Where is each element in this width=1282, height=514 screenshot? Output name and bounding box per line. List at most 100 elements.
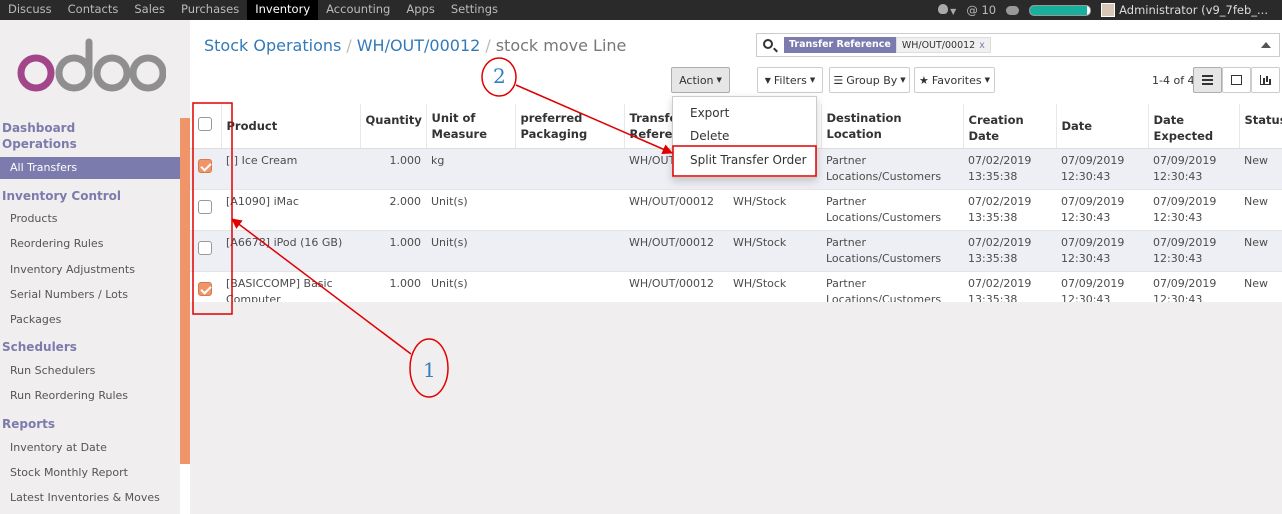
select-all-checkbox[interactable] [198, 116, 212, 131]
table-row[interactable]: [A6678] iPod (16 GB) 1.000 Unit(s) WH/OU… [190, 230, 1282, 272]
menu-sales[interactable]: Sales [126, 0, 173, 20]
action-button-label: Action [679, 73, 714, 87]
action-button[interactable]: Action ▼ [671, 67, 730, 93]
cell-date: 07/09/2019 12:30:43 [1056, 189, 1148, 231]
cell-line: 07/02/2019 [968, 153, 1032, 167]
sidebar-item-packages[interactable]: Packages [10, 313, 61, 326]
menu-purchases[interactable]: Purchases [173, 0, 247, 20]
column-packaging[interactable]: preferred Packaging [515, 104, 625, 149]
menu-discuss[interactable]: Discuss [0, 0, 60, 20]
column-product[interactable]: Product [221, 104, 361, 149]
cell-quantity: 1.000 [360, 230, 426, 272]
avatar[interactable] [1101, 3, 1116, 17]
favorites-button[interactable]: ★ Favorites ▼ [914, 67, 995, 93]
cell-transfer-reference: WH/OUT/00012 [624, 230, 728, 272]
row-select-cell [190, 148, 221, 190]
cell-date: 07/09/2019 12:30:43 [1056, 230, 1148, 272]
sidebar-section-inventory-control[interactable]: Inventory Control [2, 188, 121, 204]
debug-menu[interactable]: ▼ [938, 3, 956, 17]
column-date-expected[interactable]: Date Expected [1148, 104, 1240, 149]
sidebar-item-inventory-at-date[interactable]: Inventory at Date [10, 441, 107, 454]
cell-source: WH/Stock [728, 189, 821, 231]
menu-item-export[interactable]: Export [690, 106, 729, 120]
cell-date-expected: 07/09/2019 12:30:43 [1148, 148, 1239, 190]
column-label: Unit of [431, 110, 476, 125]
filters-button[interactable]: ▼ Filters ▼ [757, 67, 823, 93]
annotation-number-2: 2 [493, 64, 506, 88]
menu-item-delete[interactable]: Delete [690, 129, 729, 143]
cell-line: 07/09/2019 [1061, 194, 1125, 208]
cell-quantity: 1.000 [360, 148, 426, 190]
odoo-logo[interactable] [16, 36, 166, 96]
pager-value[interactable]: 1-4 of 4 [1152, 74, 1195, 87]
bug-icon [938, 4, 949, 14]
sidebar-item-all-transfers[interactable]: All Transfers [0, 157, 180, 179]
row-checkbox[interactable] [198, 240, 212, 255]
sidebar-accent-bar [180, 118, 190, 464]
caret-down-icon: ▼ [809, 76, 816, 84]
caret-down-icon: ▼ [984, 76, 990, 84]
search-icon[interactable] [763, 39, 773, 49]
cell-creation-date: 07/02/2019 13:35:38 [963, 189, 1056, 231]
search-input[interactable]: Transfer Reference WH/OUT/00012 x [756, 33, 1280, 57]
sidebar-item-latest-inventories[interactable]: Latest Inventories & Moves [10, 491, 160, 504]
cell-status: New [1239, 230, 1282, 272]
form-view-button[interactable] [1222, 67, 1251, 93]
sidebar-section-reports[interactable]: Reports [2, 416, 55, 432]
cell-product: [A1090] iMac [221, 189, 360, 231]
breadcrumb-transfer[interactable]: WH/OUT/00012 [357, 36, 481, 55]
column-quantity[interactable]: Quantity [360, 104, 427, 149]
menu-item-split-transfer-order[interactable]: Split Transfer Order [690, 153, 807, 167]
facet-remove-icon[interactable]: x [979, 40, 985, 51]
sidebar-item-inventory-adjustments[interactable]: Inventory Adjustments [10, 263, 135, 276]
menu-apps[interactable]: Apps [398, 0, 442, 20]
bar-chart-icon [1260, 75, 1271, 85]
user-menu[interactable]: Administrator (v9_7feb_... [1119, 3, 1268, 17]
row-checkbox[interactable] [198, 281, 212, 296]
sidebar-item-stock-monthly-report[interactable]: Stock Monthly Report [10, 466, 128, 479]
mentions-counter[interactable]: @ 10 [966, 3, 996, 17]
graph-view-button[interactable] [1251, 67, 1280, 93]
cell-status: New [1239, 189, 1282, 231]
cell-line: 07/09/2019 [1061, 276, 1125, 290]
chat-icon[interactable] [1006, 5, 1020, 15]
cell-line: 12:30:43 [1153, 251, 1203, 265]
menu-accounting[interactable]: Accounting [318, 0, 398, 20]
cell-uom: kg [426, 148, 515, 190]
cell-product: [A6678] iPod (16 GB) [221, 230, 360, 272]
cell-product: [ ] Ice Cream [221, 148, 360, 190]
row-checkbox[interactable] [198, 199, 212, 214]
sidebar-item-products[interactable]: Products [10, 212, 58, 225]
cell-transfer-reference: WH/OUT/00012 [624, 189, 728, 231]
list-view-button[interactable] [1193, 67, 1222, 93]
caret-down-icon: ▼ [900, 76, 906, 84]
cell-destination: Partner Locations/Customers [821, 230, 963, 272]
row-checkbox[interactable] [198, 158, 212, 173]
caret-down-icon: ▼ [950, 7, 957, 16]
column-creation-date[interactable]: Creation Date [963, 104, 1057, 149]
caret-up-icon[interactable] [1261, 42, 1271, 48]
cell-line: 07/02/2019 [968, 194, 1032, 208]
column-destination[interactable]: Destination Location [821, 104, 964, 149]
sidebar-item-reordering-rules[interactable]: Reordering Rules [10, 237, 103, 250]
cell-line: Partner [826, 153, 866, 167]
groupby-button[interactable]: ☰ Group By ▼ [829, 67, 910, 93]
column-status[interactable]: Status [1239, 104, 1282, 149]
sidebar-section-dashboard[interactable]: Dashboard Operations [2, 120, 77, 152]
menu-settings[interactable]: Settings [443, 0, 506, 20]
sidebar-item-run-schedulers[interactable]: Run Schedulers [10, 364, 95, 377]
sidebar-section-label: Dashboard [2, 121, 76, 135]
table-row[interactable]: [A1090] iMac 2.000 Unit(s) WH/OUT/00012 … [190, 189, 1282, 231]
column-uom[interactable]: Unit of Measure [426, 104, 516, 149]
column-date[interactable]: Date [1056, 104, 1149, 149]
cell-line: 12:30:43 [1153, 210, 1203, 224]
breadcrumb-stock-operations[interactable]: Stock Operations [204, 36, 341, 55]
sidebar-section-schedulers[interactable]: Schedulers [2, 339, 77, 355]
menu-contacts[interactable]: Contacts [60, 0, 127, 20]
menu-inventory[interactable]: Inventory [247, 0, 319, 20]
filter-icon: ▼ [764, 75, 771, 85]
progress-bar [1029, 4, 1092, 16]
sidebar-item-serial-numbers[interactable]: Serial Numbers / Lots [10, 288, 128, 301]
breadcrumb: Stock Operations / WH/OUT/00012/stock move… [204, 36, 626, 55]
sidebar-item-run-reordering-rules[interactable]: Run Reordering Rules [10, 389, 128, 402]
